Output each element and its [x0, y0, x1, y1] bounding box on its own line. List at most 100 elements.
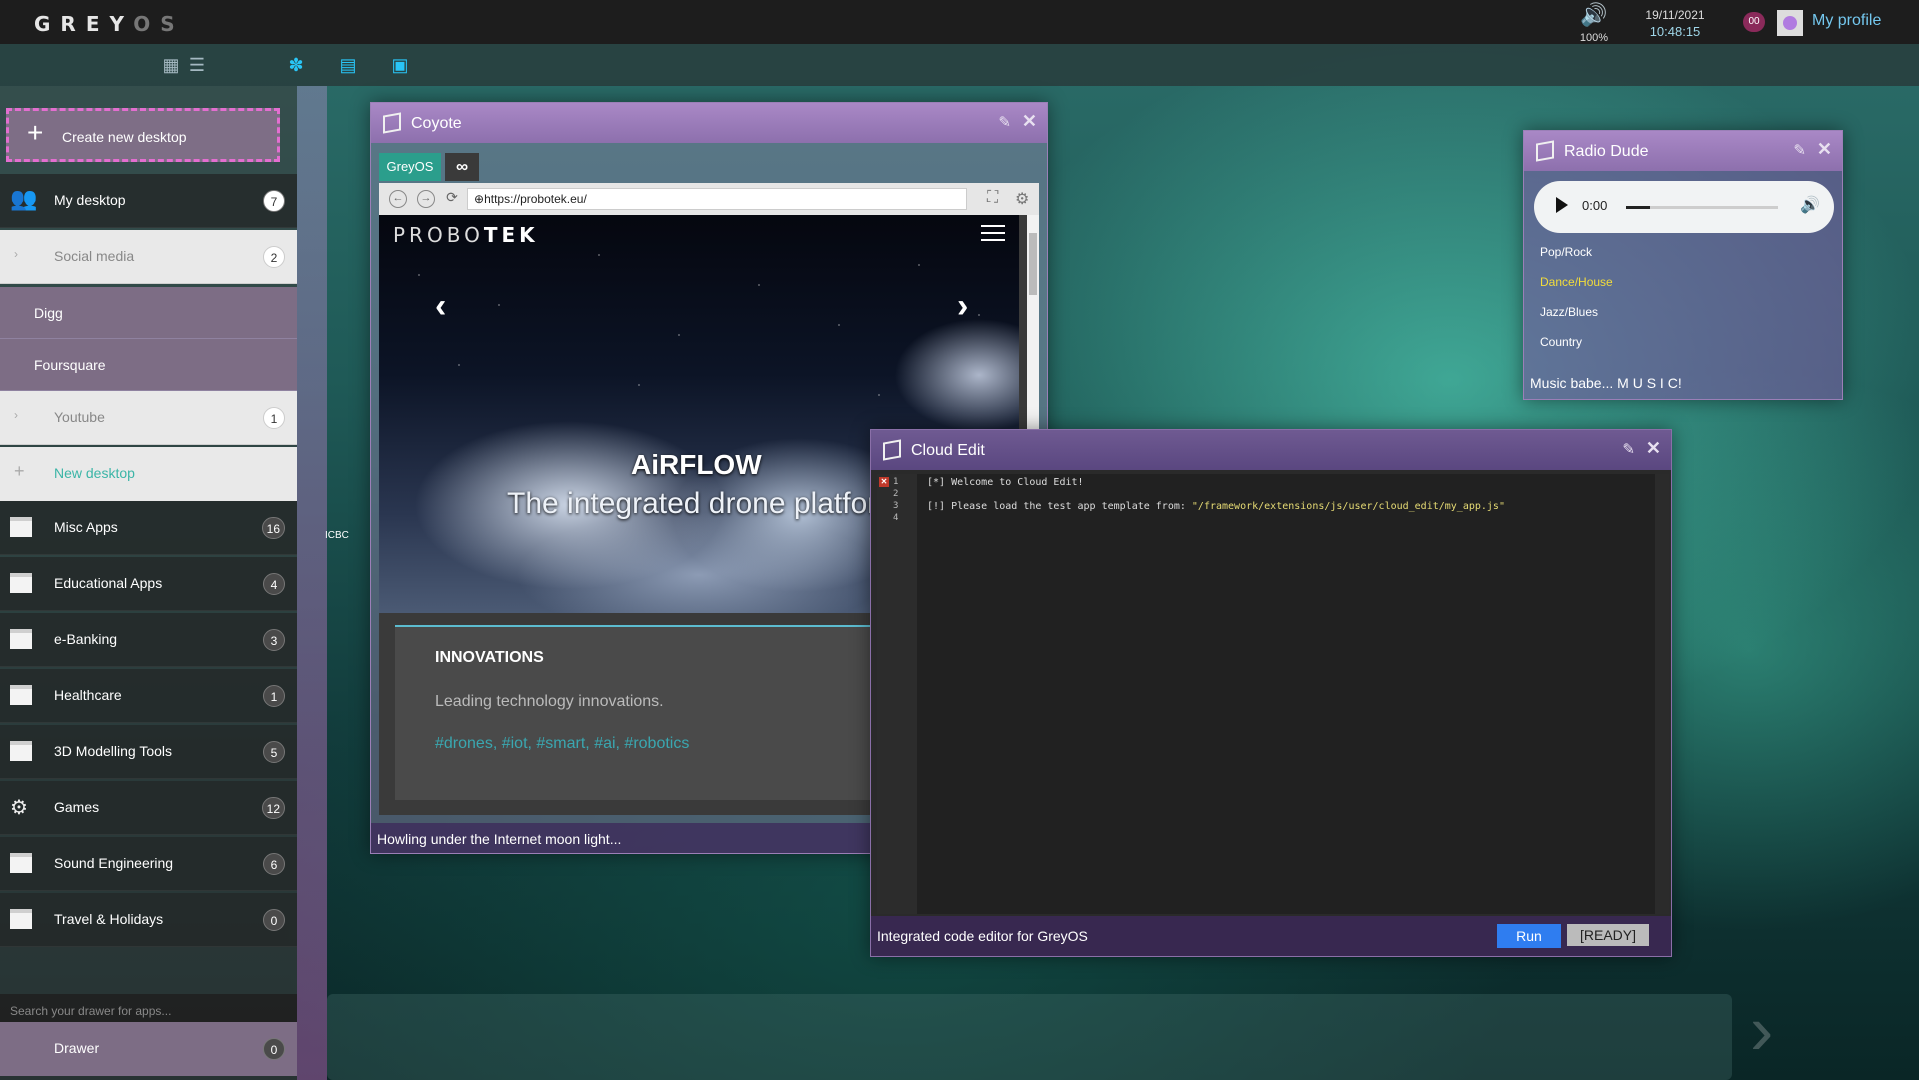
volume-percent: 100%	[1579, 32, 1609, 44]
chevron-left-icon[interactable]: ‹	[435, 287, 446, 326]
cube-icon	[383, 112, 401, 134]
paw-icon[interactable]: ✽	[285, 54, 307, 76]
taskbar	[327, 994, 1732, 1080]
plus-icon: +	[14, 461, 25, 481]
sidebar-item-e-banking[interactable]: e-Banking 3	[0, 613, 297, 667]
genre-dance-house[interactable]: Dance/House	[1540, 275, 1613, 289]
section-heading: INNOVATIONS	[435, 649, 544, 666]
code-line: [*] Welcome to Cloud Edit!	[927, 477, 1084, 488]
sidebar-item-youtube[interactable]: › Youtube 1	[0, 391, 297, 445]
count-badge: 6	[263, 853, 285, 875]
window-icon[interactable]: ▤	[337, 54, 359, 76]
sidebar-item-foursquare[interactable]: Foursquare	[0, 339, 297, 391]
player-time: 0:00	[1582, 198, 1608, 213]
profile-avatar[interactable]	[1777, 10, 1803, 36]
editor-scrollbar[interactable]	[1655, 474, 1669, 914]
close-icon[interactable]: ✕	[1646, 438, 1661, 459]
url-input[interactable]: ⊕https://probotek.eu/	[467, 188, 967, 210]
back-icon[interactable]: ←	[389, 190, 407, 208]
folder-icon	[10, 685, 32, 705]
line-gutter: ✕ 1 2 3 4	[877, 474, 917, 914]
genre-country[interactable]: Country	[1540, 335, 1582, 349]
play-icon[interactable]	[1556, 197, 1568, 213]
create-desktop-button[interactable]: + Create new desktop	[6, 108, 280, 162]
my-profile-link[interactable]: My profile	[1812, 12, 1881, 30]
coyote-titlebar[interactable]: Coyote ✎ ✕	[371, 103, 1047, 143]
sidebar-item-travel-holidays[interactable]: Travel & Holidays 0	[0, 893, 297, 947]
count-badge: 0	[263, 1038, 285, 1060]
sidebar-item-educational-apps[interactable]: Educational Apps 4	[0, 557, 297, 611]
browser-icon[interactable]: ▣	[389, 54, 411, 76]
chevron-right-icon: ›	[14, 408, 18, 422]
speaker-icon[interactable]: 🔊	[1800, 195, 1820, 215]
sidebar-item-misc-apps[interactable]: Misc Apps 16	[0, 501, 297, 555]
sidebar-item-my-desktop[interactable]: 👥 My desktop 7	[0, 174, 297, 228]
sidebar-item-healthcare[interactable]: Healthcare 1	[0, 669, 297, 723]
probotek-logo[interactable]: PROBOTEK	[393, 223, 539, 247]
grid-icon[interactable]: ▦	[160, 54, 182, 76]
count-badge: 5	[263, 741, 285, 763]
gear-icon[interactable]: ⚙	[1015, 189, 1029, 209]
sidebar-item-social-media[interactable]: › Social media 2	[0, 230, 297, 284]
code-editor[interactable]: ✕ 1 2 3 4 [*] Welcome to Cloud Edit! [!]…	[877, 474, 1669, 914]
cube-icon	[1536, 140, 1554, 162]
code-line: [!] Please load the test app template fr…	[927, 501, 1505, 512]
hero-subtitle: The integrated drone platfor	[507, 487, 878, 520]
pencil-icon[interactable]: ✎	[998, 113, 1011, 131]
chevron-right-icon: ›	[14, 247, 18, 261]
folder-icon	[10, 517, 32, 537]
count-badge: 3	[263, 629, 285, 651]
window-footer: Integrated code editor for GreyOS Run [R…	[871, 916, 1671, 956]
error-marker-icon[interactable]: ✕	[879, 477, 889, 487]
drawer-search-input[interactable]	[10, 1004, 287, 1018]
menu-icon[interactable]	[981, 225, 1005, 241]
sidebar-item-3d-modelling-tools[interactable]: 3D Modelling Tools 5	[0, 725, 297, 779]
pencil-icon[interactable]: ✎	[1793, 141, 1806, 159]
genre-pop-rock[interactable]: Pop/Rock	[1540, 245, 1592, 259]
cube-icon	[883, 439, 901, 461]
close-icon[interactable]: ✕	[1817, 139, 1832, 160]
folder-icon	[10, 573, 32, 593]
clock[interactable]: 19/11/2021 10:48:15	[1640, 8, 1710, 39]
count-badge: 1	[263, 407, 285, 429]
chevron-right-icon[interactable]: ›	[957, 287, 968, 326]
sidebar-item-sound-engineering[interactable]: Sound Engineering 6	[0, 837, 297, 891]
create-desktop-label: Create new desktop	[62, 129, 187, 145]
clock-time: 10:48:15	[1649, 24, 1701, 39]
notifications-badge[interactable]: 00	[1743, 12, 1765, 32]
window-title: Radio Dude	[1564, 143, 1649, 160]
genre-jazz-blues[interactable]: Jazz/Blues	[1540, 305, 1598, 319]
cloud-edit-window: Cloud Edit ✎ ✕ ✕ 1 2 3 4 [*] Welcome to …	[870, 429, 1672, 957]
folder-icon	[10, 741, 32, 761]
sidebar-item-new-desktop[interactable]: + New desktop	[0, 447, 297, 501]
cloud-edit-titlebar[interactable]: Cloud Edit ✎ ✕	[871, 430, 1671, 470]
pencil-icon[interactable]: ✎	[1622, 440, 1635, 458]
count-badge: 0	[263, 909, 285, 931]
sidebar-item-digg[interactable]: Digg	[0, 287, 297, 339]
volume-control[interactable]: 🔊 100%	[1575, 2, 1613, 46]
count-badge: 7	[263, 190, 285, 212]
chevron-right-icon[interactable]: ›	[1750, 990, 1773, 1070]
scroll-thumb[interactable]	[1029, 233, 1037, 295]
sidebar-item-games[interactable]: ⚙ Games 12	[0, 781, 297, 835]
fullscreen-icon[interactable]: ⛶	[987, 189, 998, 207]
run-button[interactable]: Run	[1497, 924, 1561, 948]
forward-icon[interactable]: →	[417, 190, 435, 208]
window-footer: Music babe... M U S I C!	[1530, 375, 1682, 391]
infinity-icon[interactable]: ∞	[445, 153, 479, 181]
drawer-button[interactable]: Drawer 0	[0, 1022, 297, 1076]
close-icon[interactable]: ✕	[1022, 111, 1037, 132]
greyos-logo: GREYOS	[34, 12, 185, 36]
count-badge: 16	[261, 517, 285, 539]
tab-greyos[interactable]: GreyOS	[379, 153, 441, 181]
radio-titlebar[interactable]: Radio Dude ✎ ✕	[1524, 131, 1842, 171]
stack-icon[interactable]: ☰	[186, 54, 208, 76]
refresh-icon[interactable]: ⟳	[443, 190, 461, 208]
browser-navbar: ← → ⟳ ⊕https://probotek.eu/ ⛶ ⚙	[379, 183, 1039, 215]
seek-slider[interactable]	[1626, 206, 1778, 209]
speaker-icon: 🔊	[1580, 2, 1608, 27]
status-badge: [READY]	[1567, 924, 1649, 946]
count-badge: 12	[261, 797, 285, 819]
section-tags[interactable]: #drones, #iot, #smart, #ai, #robotics	[435, 735, 689, 753]
seek-progress	[1626, 206, 1650, 209]
